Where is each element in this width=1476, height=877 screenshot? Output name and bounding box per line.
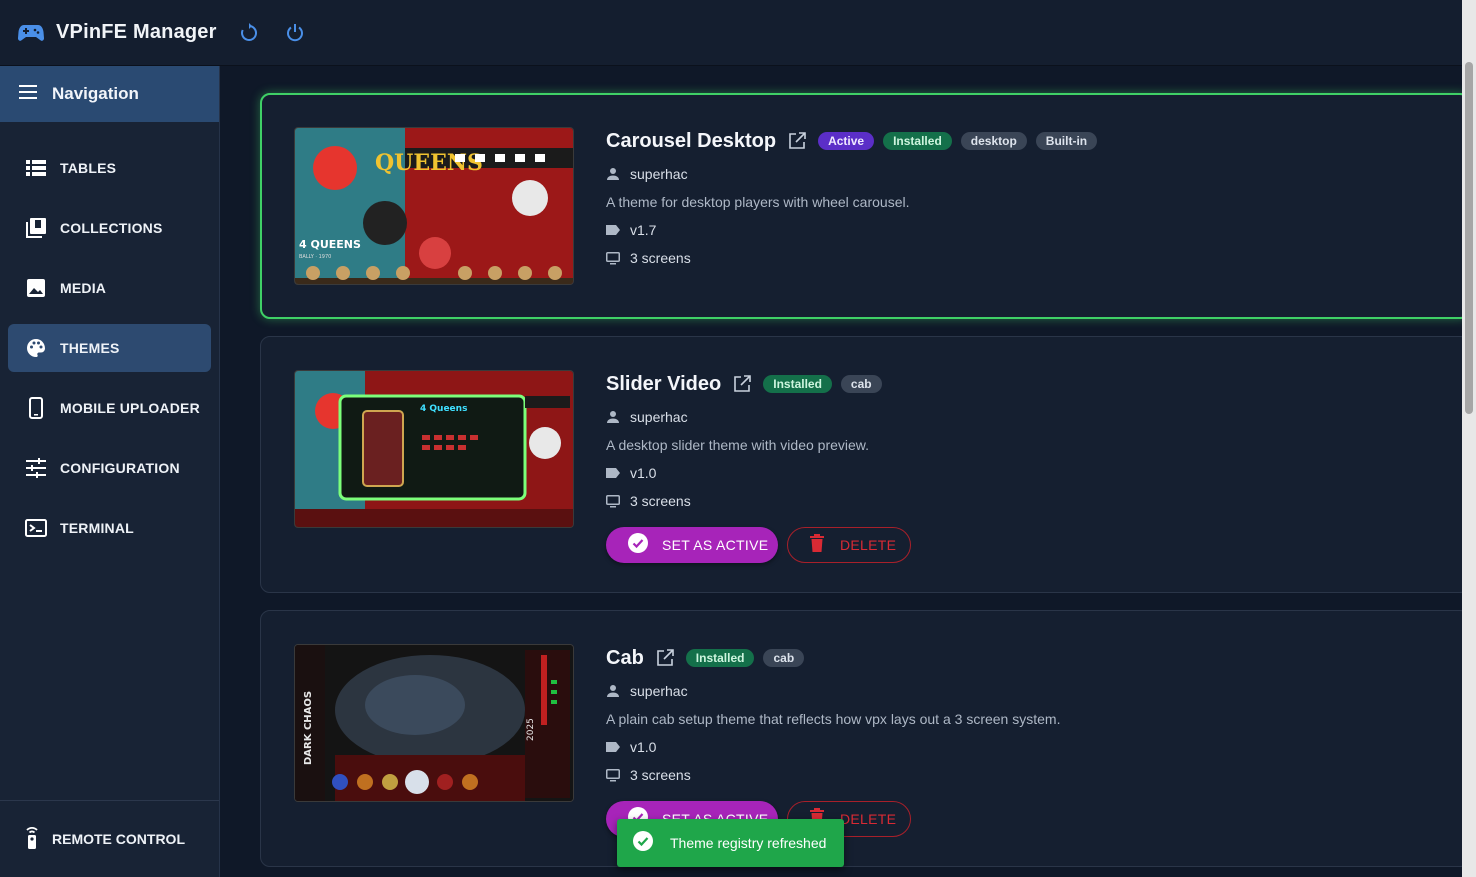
tag-chip: cab xyxy=(763,649,805,667)
open-external-icon[interactable] xyxy=(788,132,806,150)
theme-screens: 3 screens xyxy=(630,493,691,509)
theme-description: A desktop slider theme with video previe… xyxy=(606,437,870,453)
check-circle-icon xyxy=(628,532,648,558)
person-icon xyxy=(606,683,622,699)
terminal-icon xyxy=(24,516,48,540)
app-header: VPinFE Manager xyxy=(0,0,1462,66)
sidebar-item-media[interactable]: MEDIA xyxy=(8,264,211,312)
power-button[interactable] xyxy=(281,19,309,47)
theme-description: A theme for desktop players with wheel c… xyxy=(606,194,910,210)
sidebar-item-label: THEMES xyxy=(60,340,120,356)
sidebar-item-mobile-uploader[interactable]: MOBILE UPLOADER xyxy=(8,384,211,432)
theme-card: DARK CHAOS 2025 Cab Installed cab superh… xyxy=(260,610,1462,867)
refresh-icon xyxy=(240,22,257,41)
status-badge-active: Active xyxy=(818,132,875,150)
scrollbar-thumb[interactable] xyxy=(1465,62,1473,414)
scrollbar[interactable] xyxy=(1462,0,1476,877)
gamepad-icon xyxy=(18,20,44,46)
sidebar-item-label: TABLES xyxy=(60,160,117,176)
status-badge-installed: Installed xyxy=(763,375,832,393)
sidebar-item-tables[interactable]: TABLES xyxy=(8,144,211,192)
refresh-button[interactable] xyxy=(235,19,263,47)
monitor-icon xyxy=(606,767,622,783)
toast-notification: Theme registry refreshed xyxy=(617,819,844,867)
theme-version: v1.7 xyxy=(630,222,657,238)
label-icon xyxy=(606,465,622,481)
svg-text:QUEENS: QUEENS xyxy=(375,150,483,176)
sidebar-item-configuration[interactable]: CONFIGURATION xyxy=(8,444,211,492)
sidebar-item-label: MOBILE UPLOADER xyxy=(60,400,200,416)
open-external-icon[interactable] xyxy=(656,649,674,667)
svg-text:BALLY · 1970: BALLY · 1970 xyxy=(299,254,331,260)
label-icon xyxy=(606,739,622,755)
monitor-icon xyxy=(606,493,622,509)
sidebar-item-themes[interactable]: THEMES xyxy=(8,324,211,372)
svg-text:4 Queens: 4 Queens xyxy=(420,404,467,414)
palette-icon xyxy=(24,336,48,360)
label-icon xyxy=(606,222,622,238)
remote-icon xyxy=(24,825,40,854)
set-as-active-button[interactable]: SET AS ACTIVE xyxy=(606,527,778,563)
set-as-active-label: SET AS ACTIVE xyxy=(662,537,769,553)
svg-text:4 QUEENS: 4 QUEENS xyxy=(299,238,361,251)
theme-title: Cab xyxy=(606,646,644,669)
theme-author: superhac xyxy=(630,683,688,699)
theme-version: v1.0 xyxy=(630,465,657,481)
phone-icon xyxy=(24,396,48,420)
theme-version: v1.0 xyxy=(630,739,657,755)
monitor-icon xyxy=(606,250,622,266)
power-icon xyxy=(286,23,303,41)
person-icon xyxy=(606,166,622,182)
theme-screens: 3 screens xyxy=(630,767,691,783)
tag-chip: Built-in xyxy=(1035,132,1098,150)
delete-label: DELETE xyxy=(840,537,897,553)
library-icon xyxy=(24,216,48,240)
check-circle-icon xyxy=(633,830,653,856)
image-icon xyxy=(24,276,48,300)
theme-author: superhac xyxy=(630,409,688,425)
tag-chip: cab xyxy=(840,375,882,393)
sidebar-item-remote-control[interactable]: REMOTE CONTROL xyxy=(0,800,219,877)
svg-text:DARK CHAOS: DARK CHAOS xyxy=(303,691,314,765)
sidebar-item-label: REMOTE CONTROL xyxy=(52,831,185,847)
theme-card: 4 Queens Slider Video Installed cab supe… xyxy=(260,336,1462,593)
sidebar-item-label: COLLECTIONS xyxy=(60,220,163,236)
tag-chip: desktop xyxy=(960,132,1027,150)
sidebar: Navigation TABLES COLLECTIONS MEDIA THEM… xyxy=(0,66,220,877)
app-title: VPinFE Manager xyxy=(56,21,217,43)
sidebar-item-collections[interactable]: COLLECTIONS xyxy=(8,204,211,252)
status-badge-installed: Installed xyxy=(685,649,755,667)
themes-list: QUEENS 4 QUEENS BALLY · 1970 Carousel De… xyxy=(220,66,1462,877)
theme-description: A plain cab setup theme that reflects ho… xyxy=(606,711,1061,727)
delete-label: DELETE xyxy=(840,811,897,827)
theme-card: QUEENS 4 QUEENS BALLY · 1970 Carousel De… xyxy=(260,93,1462,319)
menu-icon xyxy=(18,84,38,105)
navigation-label: Navigation xyxy=(52,84,139,103)
theme-thumbnail: DARK CHAOS 2025 xyxy=(294,644,574,802)
list-icon xyxy=(24,156,48,180)
theme-thumbnail: 4 Queens xyxy=(294,370,574,528)
open-external-icon[interactable] xyxy=(733,375,752,393)
trash-icon xyxy=(810,533,824,557)
sidebar-item-label: MEDIA xyxy=(60,280,107,296)
theme-screens: 3 screens xyxy=(630,250,691,266)
toast-message: Theme registry refreshed xyxy=(670,835,827,851)
status-badge-installed: Installed xyxy=(883,132,952,150)
sidebar-item-label: CONFIGURATION xyxy=(60,460,180,476)
person-icon xyxy=(606,409,622,425)
theme-thumbnail: QUEENS 4 QUEENS BALLY · 1970 xyxy=(294,127,574,285)
svg-text:2025: 2025 xyxy=(526,718,536,741)
delete-button[interactable]: DELETE xyxy=(787,527,911,563)
tune-icon xyxy=(24,456,48,480)
theme-title: Slider Video xyxy=(606,372,722,395)
theme-title: Carousel Desktop xyxy=(606,129,777,152)
sidebar-item-label: TERMINAL xyxy=(60,520,134,536)
sidebar-item-terminal[interactable]: TERMINAL xyxy=(8,504,211,552)
theme-author: superhac xyxy=(630,166,688,182)
navigation-toggle[interactable]: Navigation xyxy=(0,66,219,122)
